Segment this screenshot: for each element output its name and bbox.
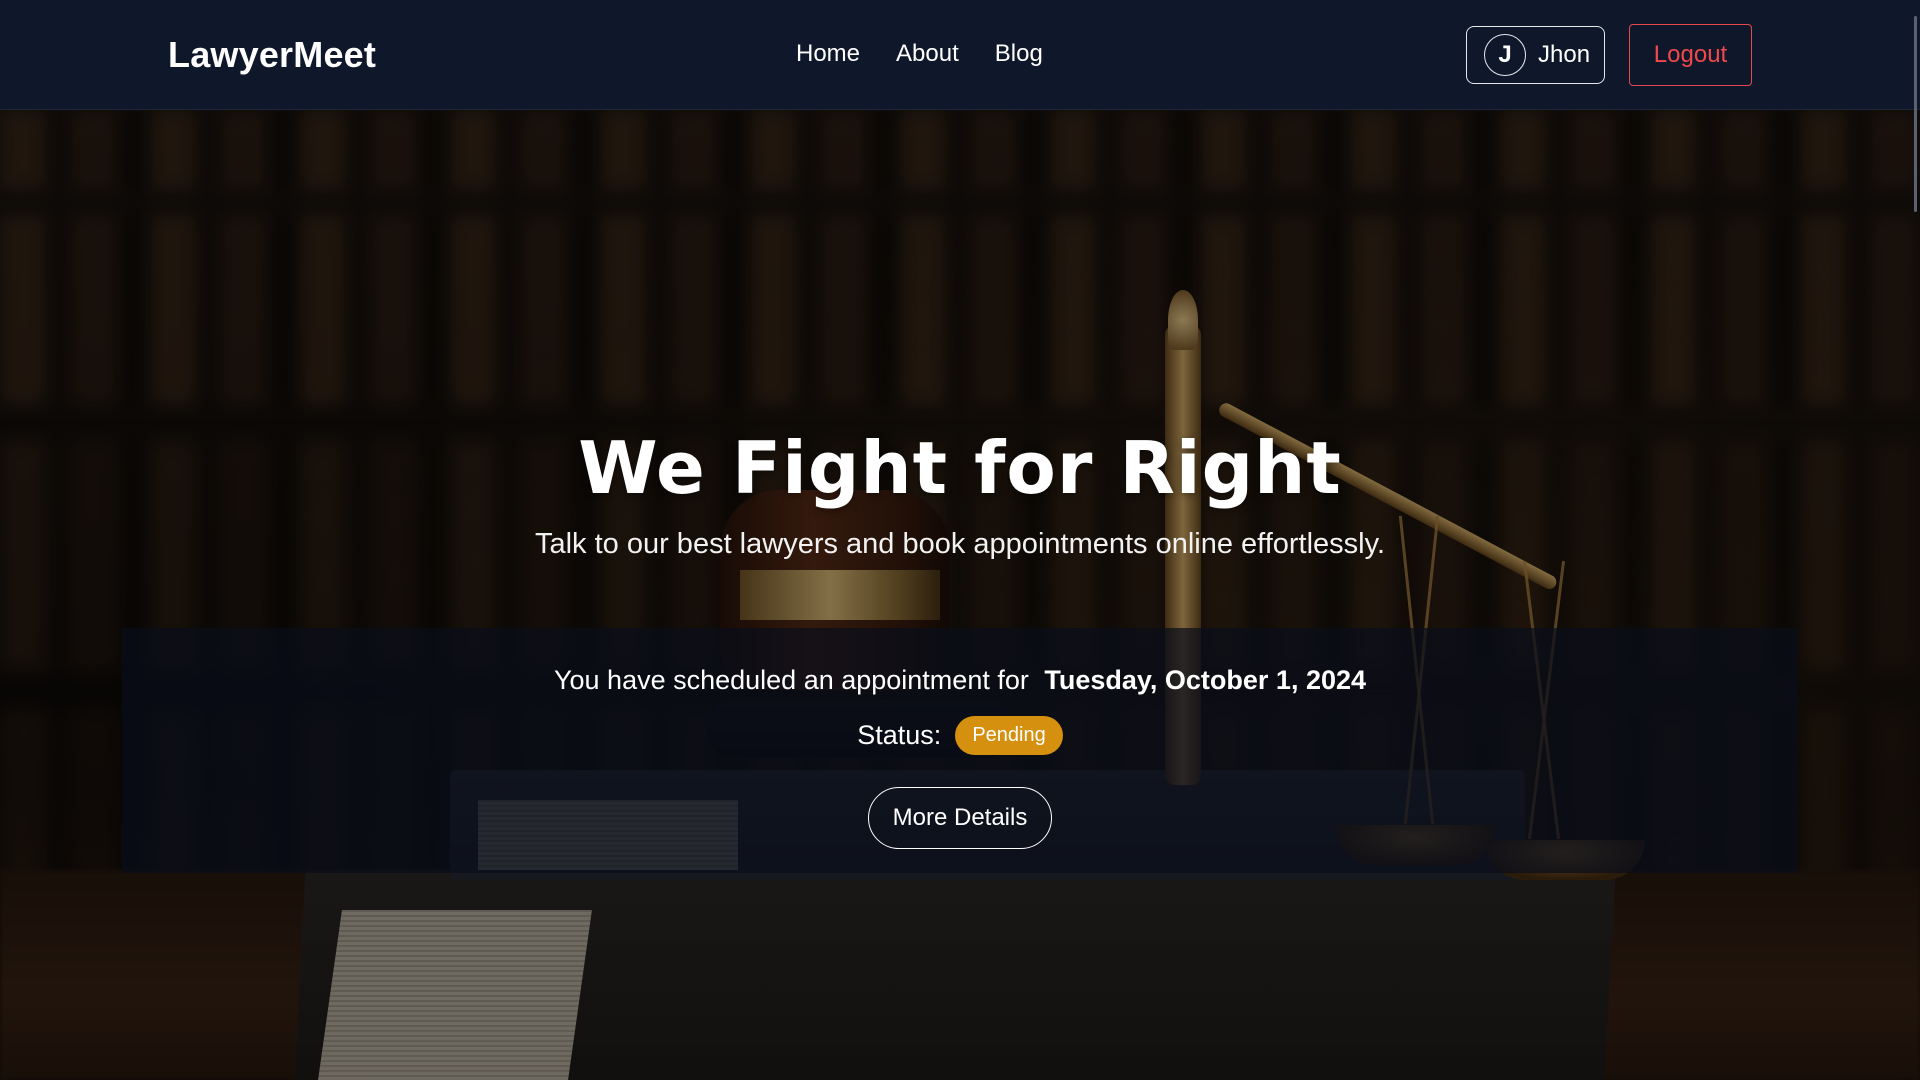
hero-title: We Fight for Right — [578, 426, 1342, 510]
appointment-panel: You have scheduled an appointment for Tu… — [122, 628, 1798, 873]
hero-overlay — [0, 110, 1920, 1080]
scrollbar-thumb[interactable] — [1914, 16, 1917, 212]
main-nav: Home About Blog — [796, 40, 1043, 68]
nav-blog-link[interactable]: Blog — [995, 40, 1043, 68]
page-scrollbar[interactable] — [1904, 0, 1920, 1080]
top-navbar: LawyerMeet Home About Blog J Jhon Logout — [0, 0, 1920, 110]
appointment-text: You have scheduled an appointment for — [553, 665, 1029, 695]
logout-button[interactable]: Logout — [1629, 24, 1752, 86]
hero-subtitle: Talk to our best lawyers and book appoin… — [534, 528, 1386, 560]
appointment-date: Tuesday, October 1, 2024 — [1044, 665, 1367, 695]
hero-section: We Fight for Right Talk to our best lawy… — [0, 110, 1920, 1080]
status-label: Status: — [857, 720, 942, 750]
appointment-status: Status: Pending — [122, 716, 1798, 755]
nav-home-link[interactable]: Home — [796, 40, 860, 68]
status-badge: Pending — [955, 716, 1063, 755]
user-name: Jhon — [1538, 41, 1591, 68]
user-profile-button[interactable]: J Jhon — [1466, 26, 1605, 84]
brand-logo[interactable]: LawyerMeet — [168, 34, 376, 76]
user-avatar: J — [1484, 34, 1526, 76]
nav-about-link[interactable]: About — [896, 40, 959, 68]
more-details-button[interactable]: More Details — [868, 787, 1052, 849]
appointment-message: You have scheduled an appointment for Tu… — [122, 665, 1798, 696]
